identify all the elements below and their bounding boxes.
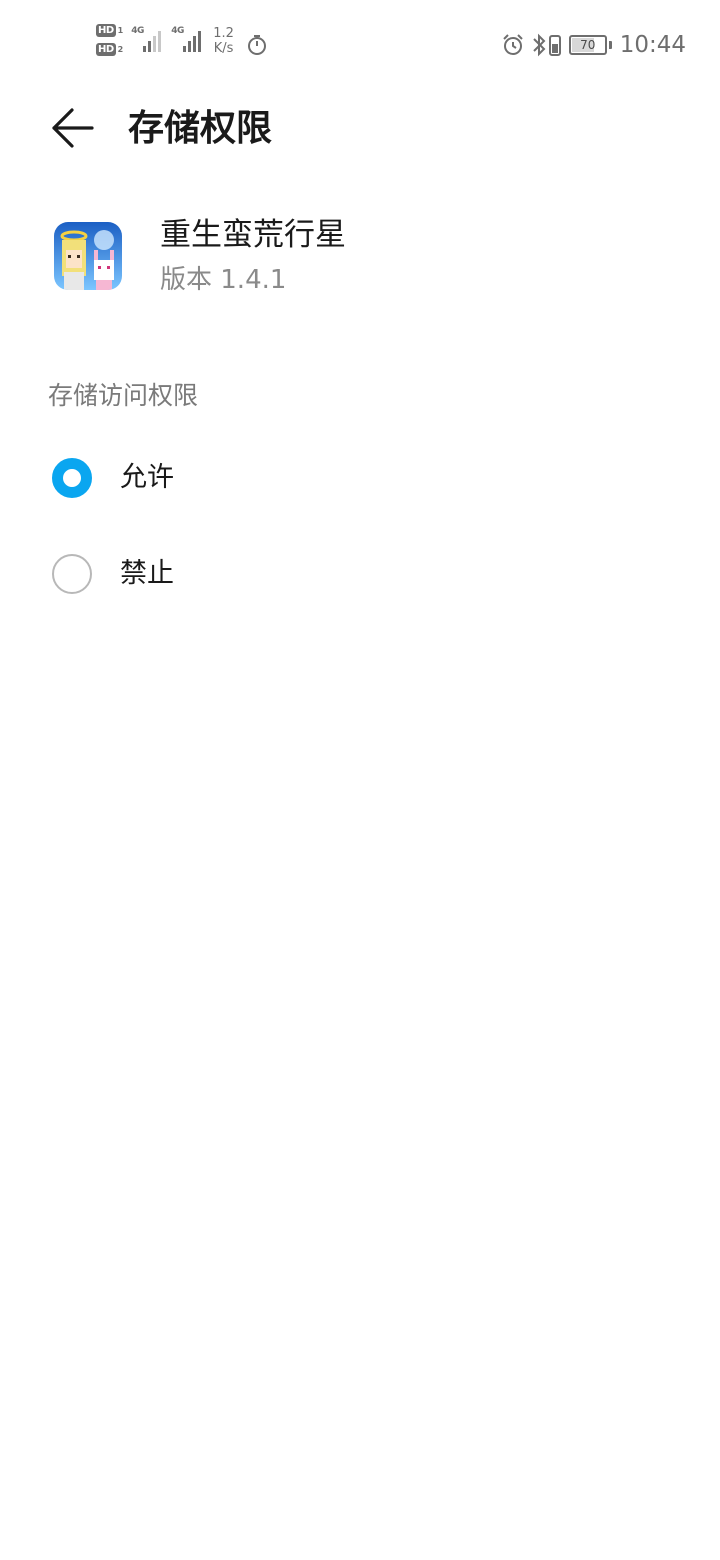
clock: 10:44	[619, 32, 686, 58]
sim2-index: 2	[117, 45, 124, 54]
network-speed: 1.2 K/s	[213, 26, 234, 56]
back-button[interactable]	[46, 104, 98, 156]
sim1-index: 1	[117, 26, 124, 35]
status-bar-left: HD 1 HD 2 4G 4G 1.2 K/s	[96, 24, 268, 64]
network-speed-unit: K/s	[213, 41, 234, 56]
back-arrow-icon	[50, 108, 94, 152]
app-icon	[54, 222, 122, 290]
option-allow[interactable]: 允许	[0, 433, 720, 523]
radio-allow-checked[interactable]	[52, 458, 92, 498]
status-bar-right: 70 10:44	[501, 30, 686, 60]
radio-deny-unchecked[interactable]	[52, 554, 92, 594]
vibrate-icon	[548, 33, 561, 57]
battery-tip	[608, 41, 612, 49]
alarm-icon	[501, 33, 525, 57]
page-title: 存储权限	[128, 108, 273, 149]
battery-level: 70	[580, 38, 596, 52]
section-label-storage-access: 存储访问权限	[48, 381, 199, 410]
stopwatch-icon	[246, 34, 268, 60]
status-bar: HD 1 HD 2 4G 4G 1.2 K/s 70 10:44	[0, 0, 720, 90]
battery-icon: 70	[568, 35, 607, 55]
hd-badge-sim2: HD	[96, 43, 116, 56]
hd-badge-sim1: HD	[96, 24, 116, 37]
hd-volte-indicators: HD 1 HD 2	[96, 24, 123, 56]
app-version: 版本 1.4.1	[160, 265, 287, 295]
network-type-sim2: 4G	[171, 26, 184, 36]
option-deny-label: 禁止	[120, 558, 174, 589]
signal-sim1-icon: 4G	[131, 24, 162, 52]
bluetooth-icon	[531, 32, 547, 58]
network-speed-value: 1.2	[213, 26, 234, 41]
app-name: 重生蛮荒行星	[160, 217, 346, 253]
signal-sim2-icon: 4G	[171, 24, 202, 52]
option-deny[interactable]: 禁止	[0, 529, 720, 619]
network-type-sim1: 4G	[131, 26, 144, 36]
option-allow-label: 允许	[120, 462, 174, 493]
